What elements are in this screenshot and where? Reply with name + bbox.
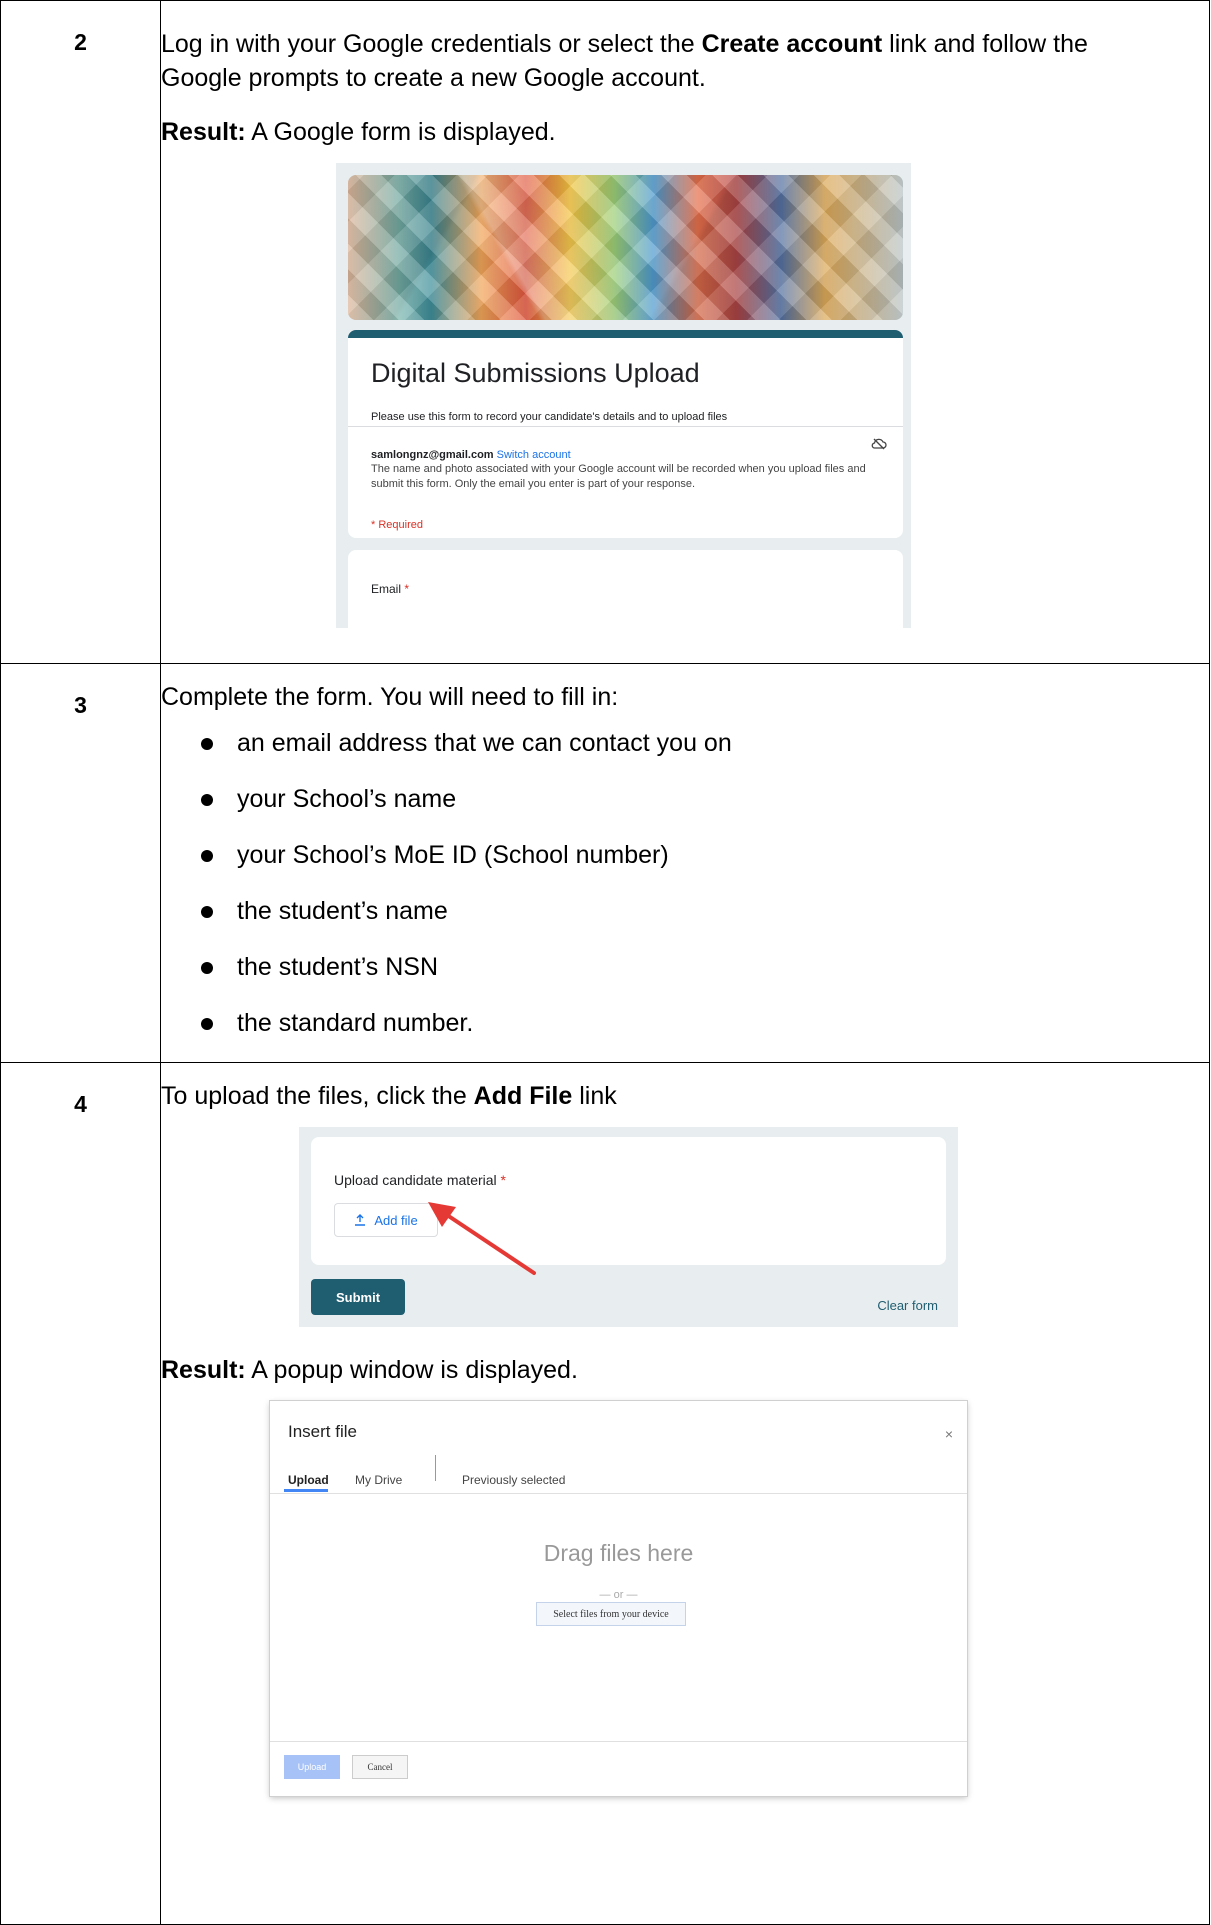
add-file-button[interactable]: Add file — [334, 1203, 438, 1237]
list-item-text: the standard number. — [237, 1009, 474, 1037]
list-item: the standard number. — [161, 1006, 1209, 1062]
tab-previously-selected[interactable]: Previously selected — [462, 1463, 565, 1497]
required-star: * — [404, 582, 410, 596]
account-note: The name and photo associated with your … — [371, 463, 866, 490]
step-result: Result: A popup window is displayed. — [161, 1353, 1209, 1387]
step-number-label: 3 — [74, 692, 87, 718]
bullet-icon — [201, 1018, 213, 1030]
step-number: 3 — [0, 663, 161, 1063]
instruction-text: link — [572, 1082, 617, 1110]
upload-button[interactable]: Upload — [284, 1755, 340, 1779]
list-item-text: an email address that we can contact you… — [237, 729, 732, 757]
list-item: your School’s MoE ID (School number) — [161, 838, 1209, 894]
bullet-icon — [201, 850, 213, 862]
required-fields-list: an email address that we can contact you… — [161, 726, 1209, 1062]
popup-footer: Upload Cancel — [270, 1741, 967, 1796]
result-text: A popup window is displayed. — [245, 1356, 578, 1384]
bullet-icon — [201, 794, 213, 806]
divider — [348, 426, 903, 427]
bullet-icon — [201, 906, 213, 918]
step-instruction: Log in with your Google credentials or s… — [161, 1, 1209, 95]
cancel-button[interactable]: Cancel — [352, 1755, 408, 1779]
list-item: the student’s name — [161, 894, 1209, 950]
step-number: 4 — [0, 1062, 161, 1925]
form-title: Digital Submissions Upload — [371, 358, 700, 388]
google-form-screenshot: Digital Submissions Upload Please use th… — [336, 163, 911, 628]
step-number: 2 — [0, 0, 161, 664]
result-label: Result: — [161, 1356, 246, 1384]
step-body: Complete the form. You will need to fill… — [160, 663, 1210, 1063]
instruction-text: Log in with your Google credentials or s… — [161, 30, 702, 58]
step-row-2: 2 Log in with your Google credentials or… — [0, 0, 1210, 664]
step-result: Result: A Google form is displayed. — [161, 115, 1209, 149]
result-label: Result: — [161, 118, 246, 146]
account-email: samlongnz@gmail.com — [371, 449, 494, 461]
upload-section-screenshot: Upload candidate material * Add file Sub… — [299, 1127, 958, 1327]
list-item: the student’s NSN — [161, 950, 1209, 1006]
add-file-emphasis: Add File — [473, 1082, 573, 1110]
tab-my-drive[interactable]: My Drive — [355, 1463, 402, 1497]
step-number-label: 4 — [74, 1091, 87, 1117]
upload-label: Upload candidate material — [334, 1172, 497, 1188]
bullet-icon — [201, 738, 213, 750]
close-icon[interactable]: × — [945, 1417, 953, 1451]
step-instruction: Complete the form. You will need to fill… — [161, 683, 619, 711]
step-body: To upload the files, click the Add File … — [160, 1062, 1210, 1925]
popup-title: Insert file — [288, 1422, 357, 1441]
insert-file-popup: Insert file × Upload My Drive Previously… — [270, 1401, 967, 1796]
step-body: Log in with your Google credentials or s… — [160, 0, 1210, 664]
popup-tabs: Upload My Drive Previously selected — [270, 1449, 967, 1494]
add-file-label: Add file — [374, 1212, 418, 1228]
list-item-text: the student’s name — [237, 897, 448, 925]
list-item-text: your School’s name — [237, 785, 457, 813]
switch-account-link[interactable]: Switch account — [497, 449, 571, 461]
create-account-emphasis: Create account — [701, 30, 883, 58]
select-files-button[interactable]: Select files from your device — [536, 1602, 686, 1626]
cloud-off-icon[interactable] — [871, 436, 887, 450]
clear-form-link[interactable]: Clear form — [877, 1289, 938, 1323]
list-item-text: your School’s MoE ID (School number) — [237, 841, 669, 869]
email-label: Email — [371, 582, 402, 596]
required-star: * — [500, 1172, 506, 1188]
drag-files-text: Drag files here — [543, 1540, 694, 1566]
instruction-text: To upload the files, click the — [161, 1082, 474, 1110]
bullet-icon — [201, 962, 213, 974]
red-arrow-icon — [428, 1202, 536, 1275]
step-instruction: To upload the files, click the Add File … — [161, 1063, 1209, 1113]
email-question-card: Email * — [348, 550, 903, 628]
upload-question-label: Upload candidate material * — [334, 1163, 506, 1197]
list-item: an email address that we can contact you… — [161, 726, 1209, 782]
step-row-3: 3 Complete the form. You will need to fi… — [0, 663, 1210, 1063]
steps-table: 2 Log in with your Google credentials or… — [0, 0, 1210, 1925]
list-item: your School’s name — [161, 782, 1209, 838]
upload-question-card: Upload candidate material * Add file — [311, 1137, 946, 1265]
step-row-4: 4 To upload the files, click the Add Fil… — [0, 1062, 1210, 1925]
active-tab-indicator — [284, 1489, 328, 1492]
form-title-card: Digital Submissions Upload Please use th… — [348, 330, 903, 538]
required-note: * Required — [371, 519, 423, 531]
form-description: Please use this form to record your cand… — [371, 411, 728, 423]
submit-button[interactable]: Submit — [311, 1279, 405, 1315]
step-number-label: 2 — [74, 29, 87, 55]
email-question-label: Email * — [371, 572, 409, 606]
result-text: A Google form is displayed. — [245, 118, 556, 146]
upload-icon — [355, 1214, 366, 1226]
tab-separator — [435, 1455, 436, 1481]
list-item-text: the student’s NSN — [237, 953, 439, 981]
form-header-banner — [348, 175, 903, 320]
